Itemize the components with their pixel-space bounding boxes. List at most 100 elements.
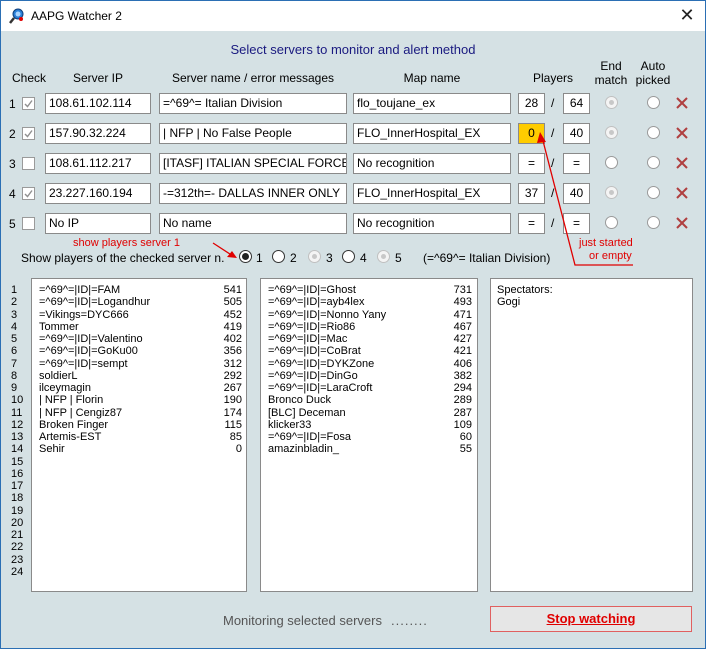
player-score: 109 — [453, 418, 472, 431]
player-score: 289 — [453, 394, 472, 407]
team-2-list-panel[interactable]: =^69^=|ID|=Ghost 731 =^69^=|ID|=ayb4lex 493… — [260, 278, 478, 592]
player-score: 174 — [223, 406, 242, 419]
player-row: =^69^=|ID|=FAM 541 — [39, 284, 242, 296]
player-name: =^69^=|ID|=LaraCroft — [268, 382, 373, 394]
player-row: klicker33 109 — [268, 419, 472, 431]
player-row: =^69^=|ID|=DYKZone 406 — [268, 358, 472, 370]
show-server-5-radio[interactable] — [377, 250, 390, 263]
line-number: 8 — [11, 369, 18, 382]
player-row: | NFP | Florin 190 — [39, 394, 242, 406]
line-number: 20 — [11, 516, 24, 529]
player-score: 60 — [459, 431, 472, 443]
player-row: =^69^=|ID|=ayb4lex 493 — [268, 296, 472, 308]
status-progress-dots: ........ — [391, 613, 428, 628]
line-number: 14 — [11, 443, 24, 456]
player-score: 356 — [223, 345, 242, 358]
player-score: 0 — [235, 443, 242, 456]
spectators-label: Spectators: — [497, 284, 553, 296]
show-server-1-radio[interactable] — [239, 250, 252, 263]
player-name: =^69^=|ID|=Rio86 — [268, 320, 356, 333]
show-server-5-label: 5 — [395, 251, 402, 265]
player-score: 421 — [453, 345, 472, 358]
player-row: =^69^=|ID|=Ghost 731 — [268, 284, 472, 296]
player-name: amazinbladin_ — [268, 443, 339, 456]
annotation-just-started: just started — [579, 237, 633, 249]
player-row: =Vikings=DYC666 452 — [39, 309, 242, 321]
player-row: =^69^=|ID|=Rio86 467 — [268, 321, 472, 333]
player-name: Tommer — [39, 320, 79, 333]
player-name: =^69^=|ID|=GoKu00 — [39, 345, 138, 358]
line-number: 16 — [11, 467, 24, 480]
player-name: =^69^=|ID|=Fosa — [268, 431, 351, 443]
team-1-list-panel[interactable]: =^69^=|ID|=FAM 541 =^69^=|ID|=Logandhur 505… — [31, 278, 247, 592]
player-name: Sehir — [39, 443, 65, 456]
show-server-4-radio[interactable] — [342, 250, 355, 263]
player-name: =^69^=|ID|=Nonno Yany — [268, 308, 387, 321]
player-name: | NFP | Cengiz87 — [39, 406, 123, 419]
player-row: Tommer 419 — [39, 321, 242, 333]
show-players-label: Show players of the checked server n. — [21, 251, 225, 265]
player-name: [BLC] Deceman — [268, 406, 346, 419]
player-line-numbers: 1 2 3 4 5 6 7 8 9 10 11 12 13 14 15 16 17 18 19 20 21 22 23 24 — [11, 284, 27, 578]
player-score: 294 — [453, 382, 472, 394]
player-score: 55 — [459, 443, 472, 456]
spectators-panel[interactable]: Spectators: Gogi — [490, 278, 693, 592]
player-row: =^69^=|ID|=Mac 427 — [268, 333, 472, 345]
player-score: 731 — [453, 284, 472, 296]
annotation-or-empty: or empty — [589, 250, 632, 262]
player-row: ilceymagin 267 — [39, 382, 242, 394]
show-server-3-radio[interactable] — [308, 250, 321, 263]
player-row: =^69^=|ID|=Fosa 60 — [268, 431, 472, 443]
player-row: | NFP | Cengiz87 174 — [39, 407, 242, 419]
status-text: Monitoring selected servers — [223, 613, 382, 628]
player-score: 467 — [453, 320, 472, 333]
player-row: Broken Finger 115 — [39, 419, 242, 431]
line-number: 15 — [11, 455, 24, 468]
show-server-1-label: 1 — [256, 251, 263, 265]
player-score: 406 — [453, 357, 472, 370]
line-number: 4 — [11, 320, 18, 333]
player-name: =^69^=|ID|=Mac — [268, 333, 348, 345]
stop-watching-button[interactable]: Stop watching — [490, 606, 692, 632]
stop-watching-label: Stop watching — [546, 611, 636, 626]
main-window: AAPG Watcher 2 ✕ Select servers to monit… — [0, 0, 706, 649]
line-number: 3 — [11, 308, 18, 321]
player-score: 85 — [229, 431, 242, 443]
player-name: | NFP | Florin — [39, 394, 104, 407]
player-name: klicker33 — [268, 418, 312, 431]
player-name: =^69^=|ID|=CoBrat — [268, 345, 361, 358]
player-score: 541 — [223, 284, 242, 296]
line-number: 17 — [11, 480, 24, 492]
player-score: 292 — [223, 369, 242, 382]
player-name: Broken Finger — [39, 418, 109, 431]
line-number: 24 — [11, 565, 24, 578]
player-name: =^69^=|ID|=Ghost — [268, 284, 356, 296]
team-1-list: =^69^=|ID|=FAM 541 =^69^=|ID|=Logandhur 505… — [39, 284, 242, 456]
player-score: 471 — [453, 308, 472, 321]
line-number: 21 — [11, 529, 24, 541]
player-score: 402 — [223, 333, 242, 345]
line-number: 11 — [11, 406, 23, 419]
show-server-2-radio[interactable] — [272, 250, 285, 263]
line-number: 2 — [11, 296, 18, 309]
player-name: =Vikings=DYC666 — [39, 308, 129, 321]
player-row: Bronco Duck 289 — [268, 394, 472, 406]
player-row: =^69^=|ID|=Valentino 402 — [39, 333, 242, 345]
line-number: 13 — [11, 431, 24, 443]
line-number: 22 — [11, 541, 24, 554]
annotation-show-players: show players server 1 — [73, 237, 180, 249]
line-number: 9 — [11, 382, 18, 394]
show-server-2-label: 2 — [290, 251, 297, 265]
player-row: Sehir 0 — [39, 443, 242, 455]
show-server-4-label: 4 — [360, 251, 367, 265]
player-score: 190 — [223, 394, 242, 407]
player-score: 312 — [223, 357, 242, 370]
player-name: =^69^=|ID|=FAM — [39, 284, 121, 296]
line-number: 12 — [11, 418, 24, 431]
player-row: =^69^=|ID|=CoBrat 421 — [268, 345, 472, 357]
player-row: soldierL 292 — [39, 370, 242, 382]
player-score: 382 — [453, 369, 472, 382]
player-name: =^69^=|ID|=ayb4lex — [268, 296, 365, 309]
player-row: [BLC] Deceman 287 — [268, 407, 472, 419]
player-score: 427 — [453, 333, 472, 345]
